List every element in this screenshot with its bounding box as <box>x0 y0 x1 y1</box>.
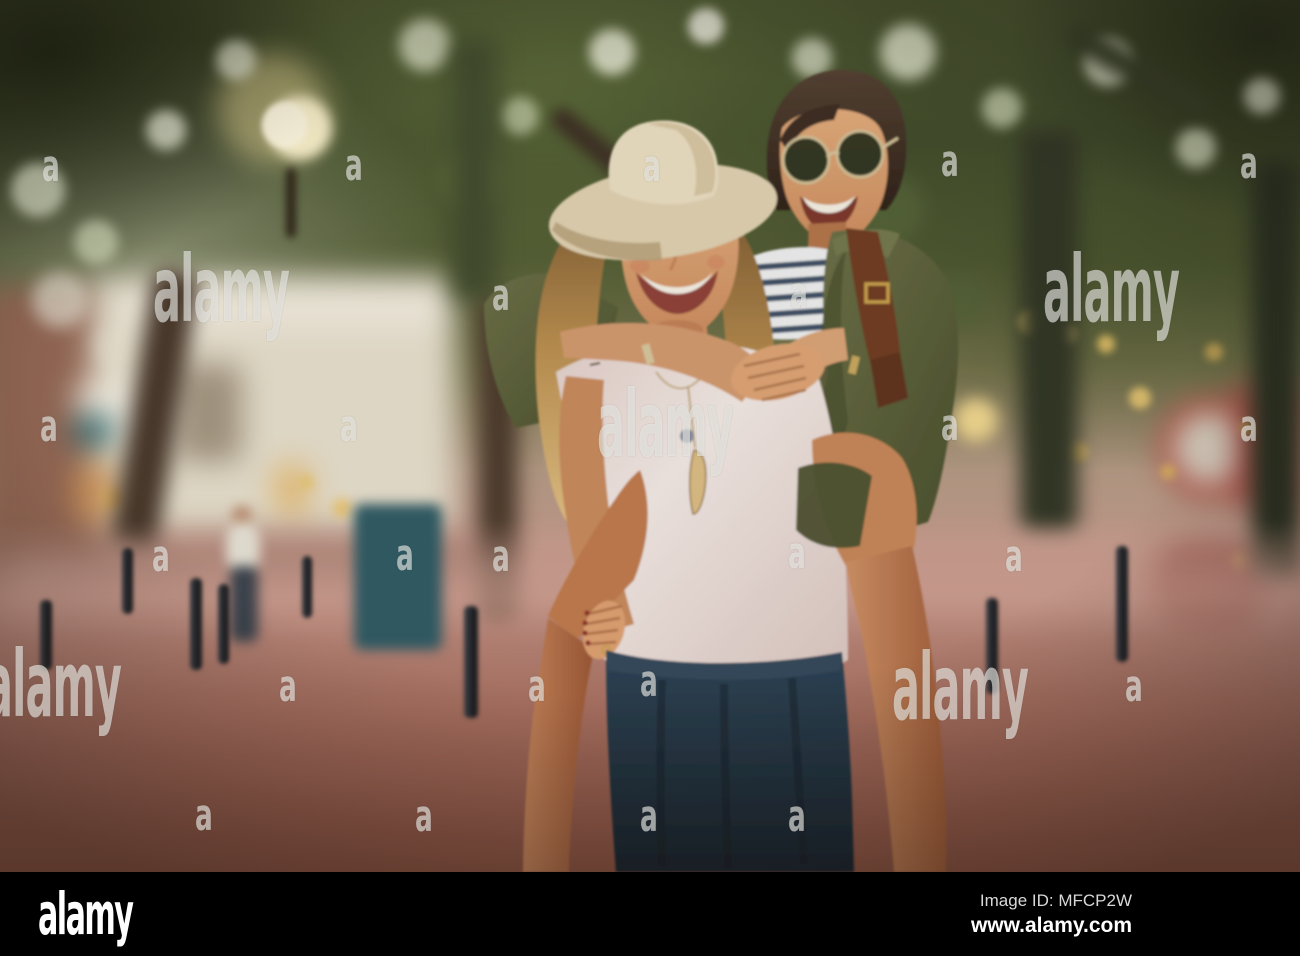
image-id-text: Image ID: MFCP2W <box>979 890 1132 910</box>
bottom-bar-right: Image ID: MFCP2W www.alamy.com <box>971 872 1132 956</box>
alamy-url-text: www.alamy.com <box>970 913 1132 937</box>
alamy-logo: alamy <box>38 880 134 948</box>
photo: alamyalamyalamyalamyalamyaaaaaaaaaaaaaaa… <box>0 0 1300 872</box>
alamy-stock-photo-page: alamyalamyalamyalamyalamyaaaaaaaaaaaaaaa… <box>0 0 1300 956</box>
bottom-bar: alamy Image ID: MFCP2W www.alamy.com <box>0 872 1300 956</box>
vignette-overlay <box>0 0 1300 872</box>
